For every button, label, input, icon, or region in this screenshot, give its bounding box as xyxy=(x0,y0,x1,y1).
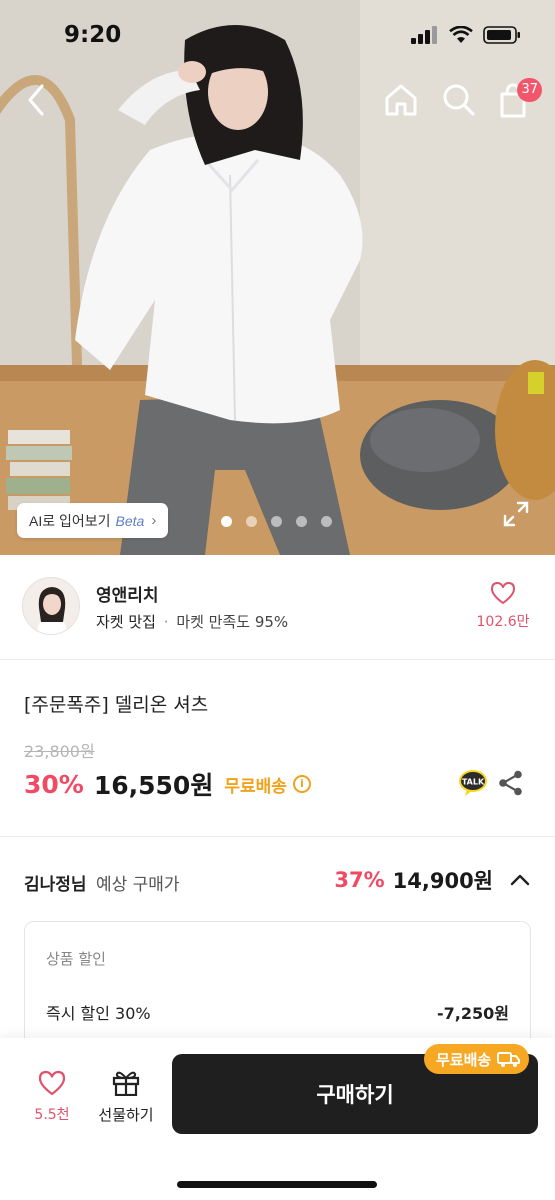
kakao-talk-button[interactable]: TALK xyxy=(458,769,488,797)
carousel-dot[interactable] xyxy=(321,516,332,527)
shop-info-row[interactable]: 영앤리치 자켓 맛집 · 마켓 만족도 95% 102.6만 xyxy=(0,555,555,660)
shop-meta: 자켓 맛집 · 마켓 만족도 95% xyxy=(96,611,288,632)
free-shipping-bubble: 무료배송 xyxy=(424,1044,530,1074)
price-row: 30% 16,550원 무료배송 i xyxy=(24,766,311,802)
search-icon xyxy=(443,84,475,116)
bottom-action-bar: 5.5천 선물하기 구매하기 무료배송 xyxy=(0,1038,555,1200)
gift-button[interactable]: 선물하기 xyxy=(92,1068,160,1125)
back-button[interactable] xyxy=(22,80,52,120)
shop-like-button[interactable]: 102.6만 xyxy=(473,581,533,631)
expected-discount-rate: 37% xyxy=(334,868,385,892)
carousel-dot[interactable] xyxy=(221,516,232,527)
shop-tag: 자켓 맛집 xyxy=(96,613,156,631)
ai-try-on-button[interactable]: AI로 입어보기 Beta › xyxy=(17,503,169,538)
search-button[interactable] xyxy=(440,80,478,120)
user-name: 김나정님 xyxy=(24,875,87,895)
free-shipping-label: 무료배송 xyxy=(224,776,287,797)
cart-count-badge: 37 xyxy=(517,78,542,102)
discount-rate: 30% xyxy=(24,769,84,799)
battery-icon xyxy=(483,26,520,44)
carousel-indicator xyxy=(221,516,332,527)
beta-tag: Beta xyxy=(115,512,145,529)
shop-like-count: 102.6만 xyxy=(476,614,530,630)
carousel-dot[interactable] xyxy=(271,516,282,527)
heart-icon xyxy=(38,1070,66,1096)
status-bar: 9:20 xyxy=(0,0,555,74)
expected-price: 14,900원 xyxy=(392,869,493,893)
discount-item-value: -7,250원 xyxy=(437,1004,509,1023)
free-shipping-bubble-label: 무료배송 xyxy=(436,1050,492,1069)
shop-name[interactable]: 영앤리치 xyxy=(96,581,159,606)
status-icons xyxy=(411,26,521,44)
cart-button[interactable]: 37 xyxy=(496,78,542,120)
sale-price: 16,550원 xyxy=(93,771,214,800)
back-icon xyxy=(28,84,44,116)
chevron-right-icon: › xyxy=(151,512,157,529)
carousel-dot[interactable] xyxy=(246,516,257,527)
product-like-button[interactable]: 5.5천 xyxy=(26,1070,78,1124)
share-icon xyxy=(499,770,522,796)
product-info: [주문폭주] 델리온 셔츠 23,800원 30% 16,550원 무료배송 i… xyxy=(0,660,555,837)
shop-avatar[interactable] xyxy=(22,577,80,635)
share-button[interactable] xyxy=(497,769,525,797)
signal-icon xyxy=(411,26,437,44)
home-indicator xyxy=(177,1181,377,1188)
expand-icon xyxy=(503,501,529,527)
product-title: [주문폭주] 델리온 셔츠 xyxy=(24,694,209,716)
status-time: 9:20 xyxy=(64,22,122,48)
expected-price-label: 예상 구매가 xyxy=(95,875,180,895)
gift-label: 선물하기 xyxy=(98,1106,154,1124)
expected-price-title: 김나정님 예상 구매가 xyxy=(24,870,180,895)
product-discount-heading: 상품 할인 xyxy=(46,950,106,968)
gift-icon xyxy=(112,1071,140,1097)
product-image-carousel[interactable]: 9:20 37 AI로 입어보기 Beta › xyxy=(0,0,555,555)
market-satisfaction: 마켓 만족도 95% xyxy=(176,613,289,631)
product-like-count: 5.5천 xyxy=(34,1107,70,1123)
wifi-icon xyxy=(449,26,473,43)
expected-price-row[interactable]: 김나정님 예상 구매가 37% 14,900원 xyxy=(0,837,555,922)
kakao-talk-icon: TALK xyxy=(459,770,487,796)
expected-price-summary: 37% 14,900원 xyxy=(334,865,531,895)
home-button[interactable] xyxy=(382,80,420,120)
meta-separator: · xyxy=(163,613,169,631)
svg-text:TALK: TALK xyxy=(462,778,485,787)
truck-icon xyxy=(497,1052,521,1067)
info-icon[interactable]: i xyxy=(292,775,311,793)
shop-avatar-image xyxy=(23,578,79,634)
expand-image-button[interactable] xyxy=(502,500,530,528)
original-price: 23,800원 xyxy=(24,742,95,761)
carousel-dot[interactable] xyxy=(296,516,307,527)
discount-item-label: 즉시 할인 30% xyxy=(46,1004,151,1023)
ai-try-on-label: AI로 입어보기 xyxy=(29,512,111,529)
chevron-up-icon[interactable] xyxy=(509,869,531,891)
home-icon xyxy=(385,84,417,116)
heart-icon xyxy=(491,582,515,604)
